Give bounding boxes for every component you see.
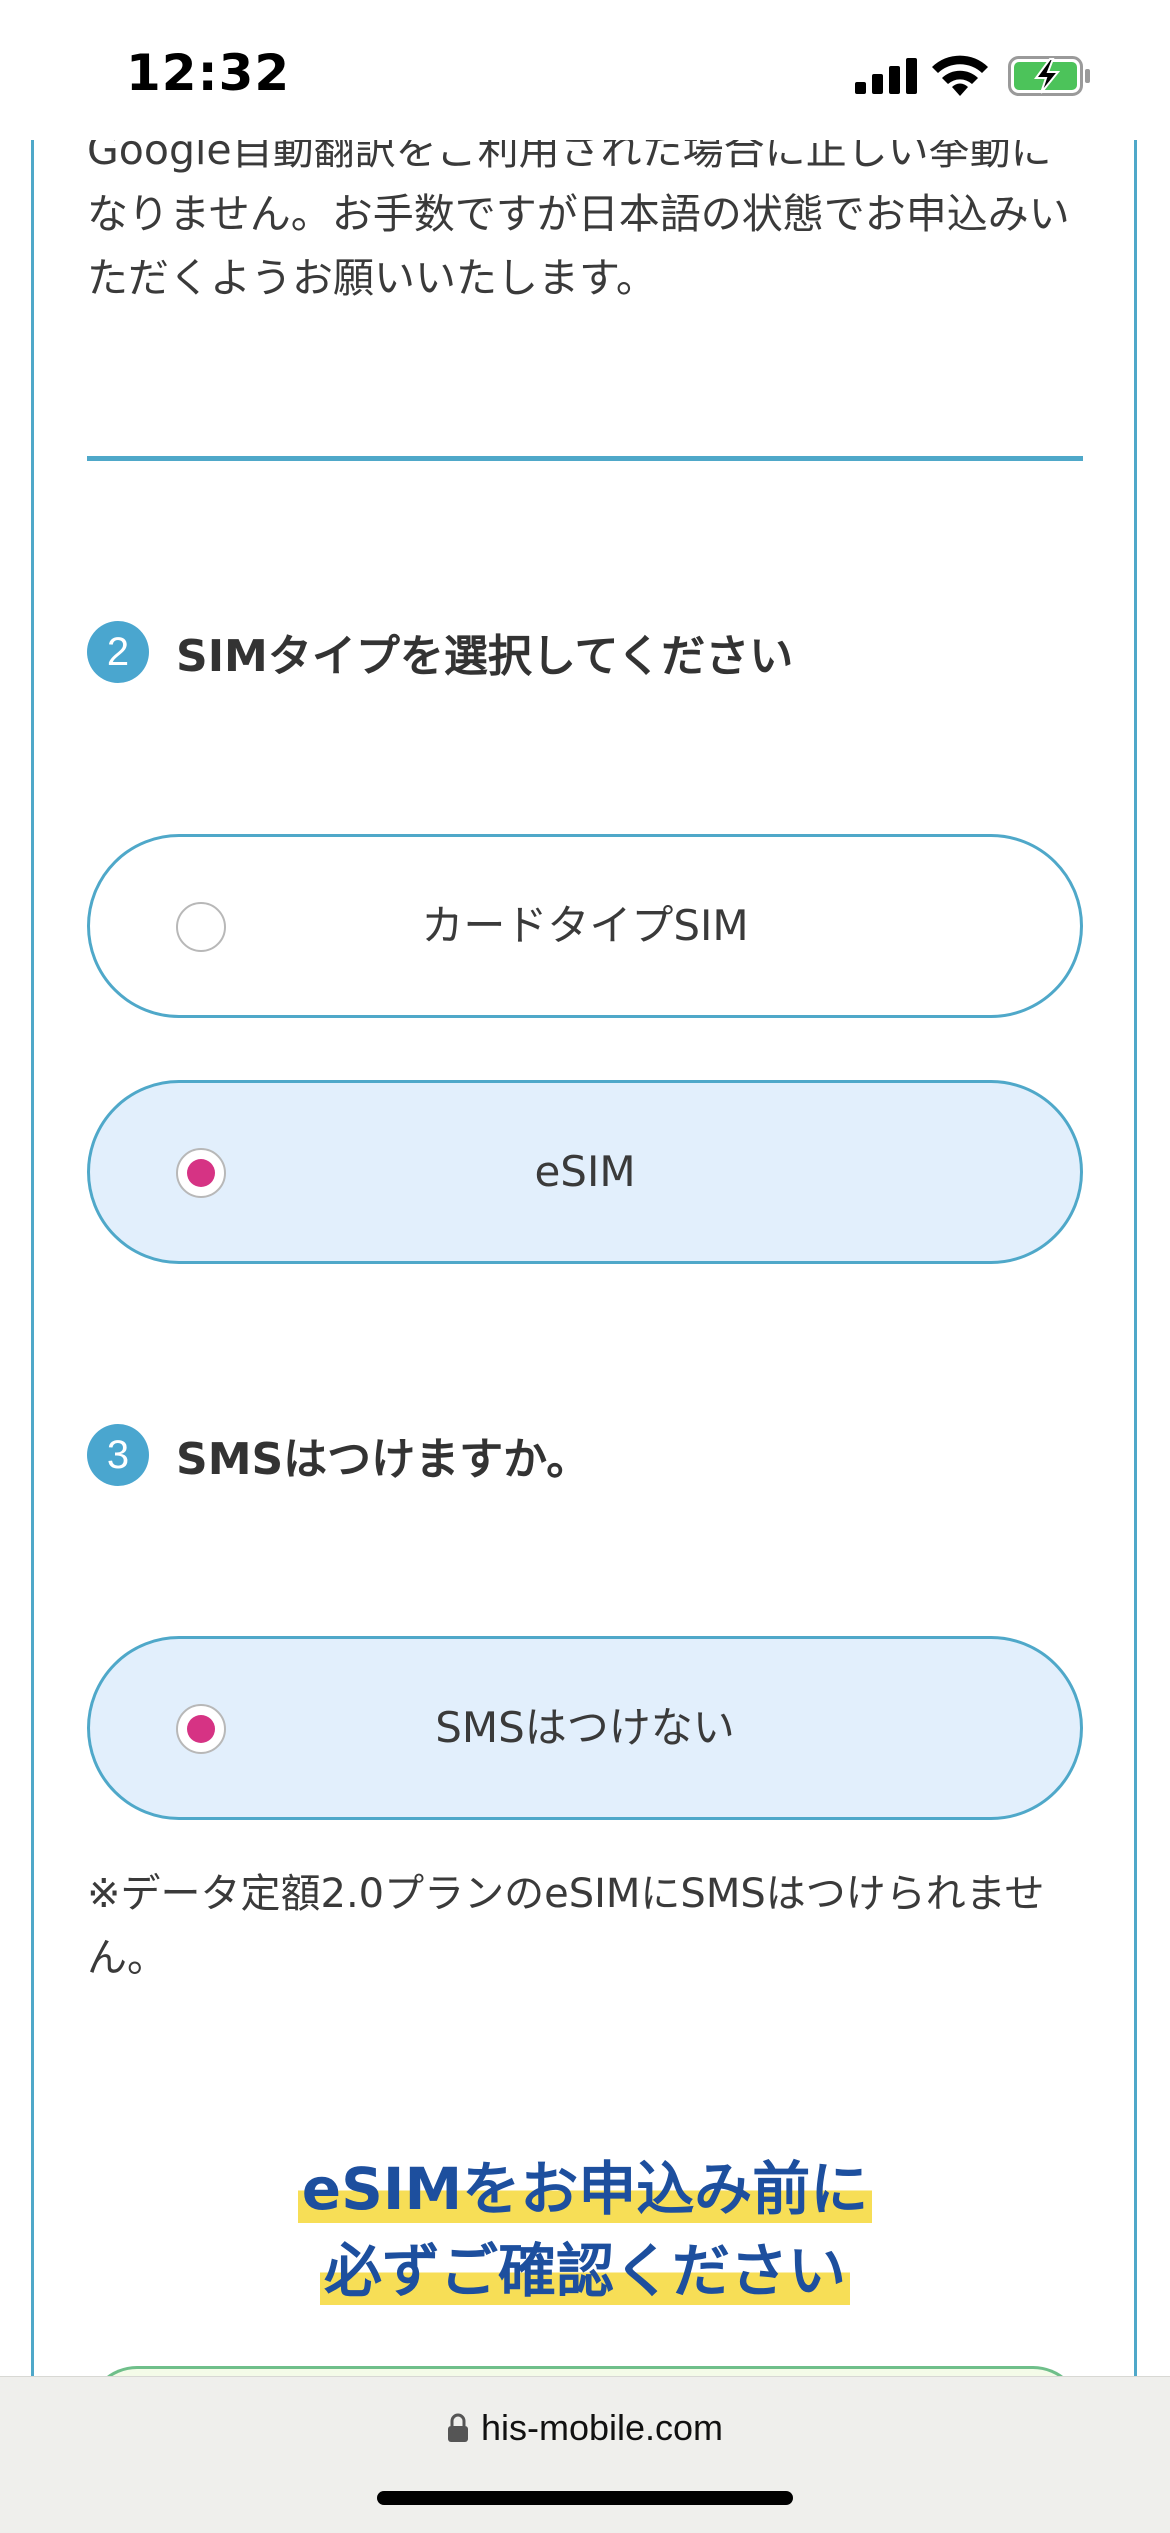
step-number-badge: 2 — [87, 621, 149, 683]
home-indicator[interactable] — [377, 2491, 793, 2505]
browser-address-bar[interactable]: his-mobile.com — [0, 2376, 1170, 2533]
battery-charging-icon — [1008, 56, 1090, 96]
headline-line2: 必ずご確認ください — [319, 2237, 850, 2305]
step-title: SMSはつけますか。 — [176, 1434, 591, 1485]
page-card — [31, 140, 1137, 2400]
step2-heading: 2 SIMタイプを選択してください — [87, 620, 793, 684]
step3-heading: 3 SMSはつけますか。 — [87, 1423, 590, 1487]
notice-text: Google自動翻訳をご利用された場合に正しい挙動になりません。お手数ですが日本… — [87, 126, 1070, 302]
status-time: 12:32 — [126, 44, 291, 102]
option-label: カードタイプSIM — [421, 901, 749, 950]
option-esim[interactable]: eSIM — [87, 1080, 1083, 1264]
step-number-badge: 3 — [87, 1424, 149, 1486]
lock-icon — [447, 2413, 468, 2442]
esim-confirm-headline: eSIMをお申込み前に 必ずご確認ください — [0, 2148, 1170, 2312]
sms-note: ※データ定額2.0プランのeSIMにSMSはつけられません。 — [87, 1871, 1045, 1981]
option-label: SMSはつけない — [435, 1703, 735, 1752]
url-text[interactable]: his-mobile.com — [481, 2407, 723, 2449]
cellular-signal-icon — [855, 58, 917, 94]
section-divider — [87, 456, 1083, 461]
wifi-icon — [932, 55, 988, 96]
status-bar: 12:32 — [0, 0, 1170, 140]
option-label: eSIM — [534, 1147, 636, 1196]
option-card-sim[interactable]: カードタイプSIM — [87, 834, 1083, 1018]
option-no-sms[interactable]: SMSはつけない — [87, 1636, 1083, 1820]
headline-line1: eSIMをお申込み前に — [297, 2155, 873, 2223]
step-title: SIMタイプを選択してください — [176, 631, 794, 682]
